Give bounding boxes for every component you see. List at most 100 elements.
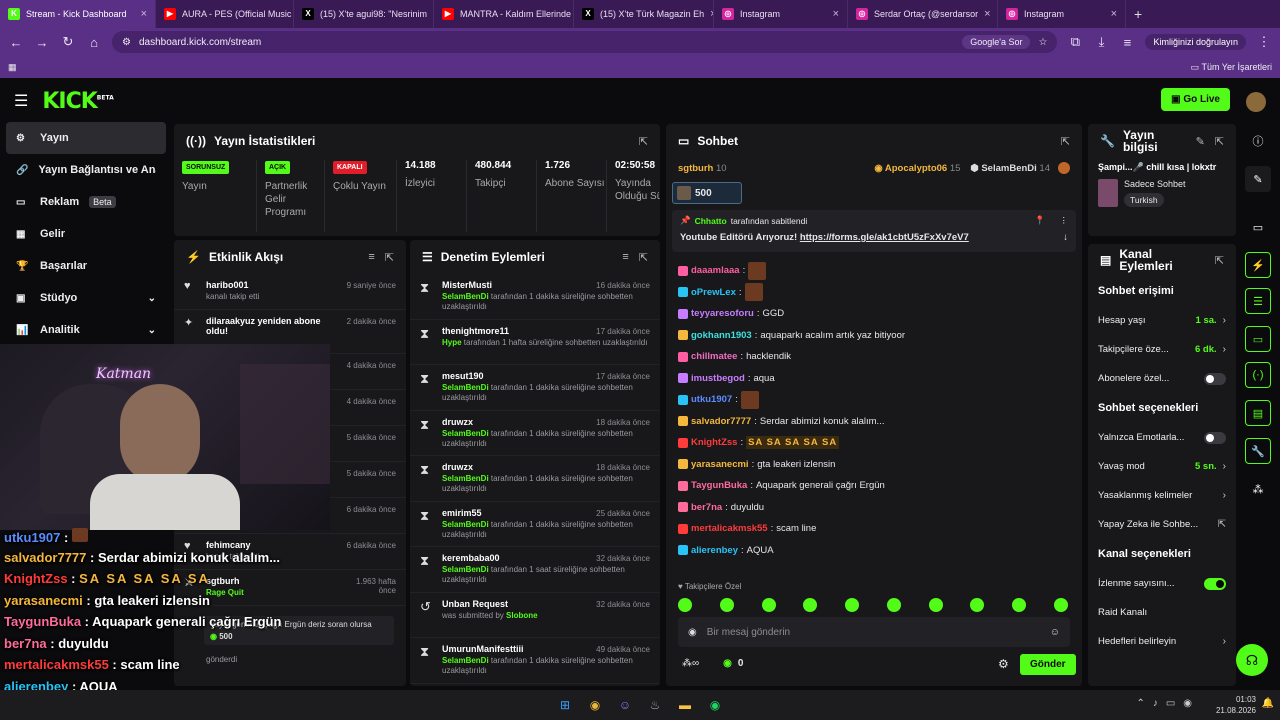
chat-username[interactable]: chillmatee xyxy=(691,351,737,362)
browser-tab[interactable]: X(15) X'te agui98: "Nesrinim× xyxy=(294,0,434,28)
all-bookmarks-folder[interactable]: ▭ Tüm Yer İşaretleri xyxy=(1191,62,1272,73)
sidebar-item[interactable]: 🔗 Yayın Bağlantısı ve Anahtarı xyxy=(0,154,172,186)
sidebar-item[interactable]: ⚙ Yayın xyxy=(6,122,166,154)
forward-icon[interactable]: → xyxy=(34,35,50,50)
edit-rail-icon[interactable]: ✎ xyxy=(1245,166,1271,192)
chat-username[interactable]: yarasanecmi xyxy=(691,459,749,470)
moderation-item[interactable]: ↺ Unban Request was submitted by Slobone 32… xyxy=(410,593,660,638)
account-age-row[interactable]: Hesap yaşı 1 sa. › xyxy=(1088,306,1236,335)
layout-icon[interactable]: ▭ xyxy=(1245,214,1271,240)
moderator-name[interactable]: SelamBenDi xyxy=(442,383,489,392)
goals-row[interactable]: Hedefleri belirleyin › xyxy=(1088,627,1236,656)
followers-only-row[interactable]: Takipçilere öze... 6 dk. › xyxy=(1088,335,1236,364)
chat-message[interactable]: oPrewLex: xyxy=(666,282,1082,304)
sidebar-item[interactable]: 🏆 Başarılar xyxy=(0,250,172,282)
send-button[interactable]: Gönder xyxy=(1020,654,1076,675)
chat-message[interactable]: daaamlaaa: xyxy=(666,260,1082,282)
windows-start-icon[interactable]: ⊞ xyxy=(554,694,576,716)
avatar[interactable] xyxy=(1246,92,1266,112)
chat-message[interactable]: TaygunBuka: Aquapark generali çağrı Ergün xyxy=(666,475,1082,497)
slow-mode-row[interactable]: Yavaş mod 5 sn. › xyxy=(1088,452,1236,481)
home-icon[interactable]: ⌂ xyxy=(86,35,102,50)
chat-message[interactable]: utku1907: xyxy=(666,389,1082,411)
moderation-item[interactable]: ⧗ druwzx SelamBenDi tarafından 1 dakika sü… xyxy=(410,456,660,502)
chat-message[interactable]: mertalicakmsk55: scam line xyxy=(666,518,1082,540)
moderation-item[interactable]: ⧗ emirim55 SelamBenDi tarafından 1 dakika … xyxy=(410,502,660,547)
moderator-name[interactable]: SelamBenDi xyxy=(442,429,489,438)
apps-grid-icon[interactable]: ▦ xyxy=(8,62,17,73)
moderation-item[interactable]: ⧗ thenightmore11 Hype tarafından 1 hafta s… xyxy=(410,320,660,365)
moderator-name[interactable]: SelamBenDi xyxy=(442,474,489,483)
discord-icon[interactable]: ☺ xyxy=(614,694,636,716)
chat-username[interactable]: mertalicakmsk55 xyxy=(691,523,768,534)
browser-tab[interactable]: ▶AURA - PES (Official Music× xyxy=(156,0,294,28)
support-icon[interactable]: ☊ xyxy=(1236,644,1268,676)
browser-tab[interactable]: ▶MANTRA - Kaldım Ellerinde× xyxy=(434,0,574,28)
google-ask-button[interactable]: Google'a Sor xyxy=(962,35,1031,49)
chat-message[interactable]: imustbegod: aqua xyxy=(666,368,1082,390)
chat-message[interactable]: chillmatee: hacklendik xyxy=(666,346,1082,368)
browser-tab[interactable]: ◎ Serdar Ortaç (@serdarsor × xyxy=(848,0,998,28)
quick-emote-icon[interactable] xyxy=(719,598,734,612)
filter-icon[interactable]: ≡ xyxy=(368,251,374,264)
chat-settings-icon[interactable]: ⚙ xyxy=(998,657,1009,671)
quick-emote-icon[interactable] xyxy=(1012,598,1027,612)
browser-menu-icon[interactable]: ⋮ xyxy=(1256,34,1272,50)
pinned-by[interactable]: Chhatto xyxy=(695,216,727,226)
activity-item[interactable]: ♥ haribo001 kanalı takip etti 9 saniye önce xyxy=(174,274,406,310)
quick-emote-icon[interactable] xyxy=(970,598,985,612)
moderation-item[interactable]: ⧗ mesut190 SelamBenDi tarafından 1 dakika … xyxy=(410,365,660,411)
popout-icon[interactable]: ⇱ xyxy=(1061,135,1070,148)
filter-icon[interactable]: ≡ xyxy=(622,251,628,264)
raid-row[interactable]: Raid Kanalı xyxy=(1088,598,1236,627)
popout-icon[interactable]: ⇱ xyxy=(385,251,394,264)
site-info-icon[interactable]: ⚙ xyxy=(122,37,131,48)
chat-username[interactable]: ber7na xyxy=(691,502,722,513)
list-rail-icon[interactable]: ☰ xyxy=(1245,288,1271,314)
moderator-name[interactable]: SelamBenDi xyxy=(442,565,489,574)
popout-icon[interactable]: ⇱ xyxy=(639,135,648,148)
moderation-item[interactable]: ⧗ kerembaba00 SelamBenDi tarafından 1 saat… xyxy=(410,547,660,593)
moderator-name[interactable]: Slobone xyxy=(506,611,538,620)
popout-icon[interactable]: ⇱ xyxy=(1215,254,1224,267)
sidebar-item[interactable]: ▣ Stüdyo ⌄ xyxy=(0,282,172,314)
go-live-button[interactable]: ▣ Go Live xyxy=(1161,88,1230,111)
tab-close-icon[interactable]: × xyxy=(1111,8,1117,20)
chat-message[interactable]: teyyaresoforu: GGD xyxy=(666,303,1082,325)
banned-words-row[interactable]: Yasaklanmış kelimeler › xyxy=(1088,481,1236,510)
unpin-icon[interactable]: 📍 xyxy=(1035,215,1046,226)
extensions-icon[interactable]: ⧉ xyxy=(1067,34,1083,50)
chat-message[interactable]: gokhann1903: aquaparkı acalım artık yaz b… xyxy=(666,325,1082,347)
top-gifter-1[interactable]: sgtburh xyxy=(678,163,713,174)
chat-username[interactable]: TaygunBuka xyxy=(691,480,747,491)
emotes-only-toggle[interactable] xyxy=(1204,431,1226,444)
chat-username[interactable]: salvador7777 xyxy=(691,416,751,427)
quick-emote-icon[interactable] xyxy=(845,598,860,612)
emoji-icon[interactable]: ☺ xyxy=(1050,627,1060,638)
browser-tab[interactable]: X(15) X'te Türk Magazin Eh× xyxy=(574,0,714,28)
url-field[interactable]: ⚙ dashboard.kick.com/stream Google'a Sor… xyxy=(112,31,1058,53)
pinned-link[interactable]: https://forms.gle/ak1cbtU5zFxXv7eV7 xyxy=(800,232,969,243)
top-gifter-3[interactable]: ⬢ SelamBenDi xyxy=(970,163,1036,174)
gift-icon[interactable] xyxy=(1058,162,1070,174)
chat-message[interactable]: salvador7777: Serdar abimizi konuk alalım… xyxy=(666,411,1082,433)
broadcast-rail-icon[interactable]: (·) xyxy=(1245,362,1271,388)
chat-message[interactable]: alierenbey: AQUA xyxy=(666,540,1082,562)
tab-close-icon[interactable]: × xyxy=(833,8,839,20)
language-tag[interactable]: Turkish xyxy=(1124,193,1164,207)
new-tab-icon[interactable]: + xyxy=(1134,6,1142,22)
category-name[interactable]: Sadece Sohbet xyxy=(1124,179,1186,189)
chat-username[interactable]: imustbegod xyxy=(691,373,745,384)
sidebar-item[interactable]: 📊 Analitik ⌄ xyxy=(0,314,172,346)
browser-tab[interactable]: K Stream - Kick Dashboard × xyxy=(0,0,156,28)
chat-username[interactable]: daaamlaaa xyxy=(691,265,740,276)
moderator-name[interactable]: Hype xyxy=(442,338,462,347)
back-icon[interactable]: ← xyxy=(8,35,24,50)
ai-chat-row[interactable]: Yapay Zeka ile Sohbe... ⇱ xyxy=(1088,510,1236,539)
reload-icon[interactable]: ↻ xyxy=(60,34,76,50)
wrench-rail-icon[interactable]: 🔧 xyxy=(1245,438,1271,464)
tab-close-icon[interactable]: × xyxy=(141,8,147,20)
info-icon[interactable]: ⓘ xyxy=(1245,128,1271,154)
kick-logo[interactable]: KICKBETA xyxy=(42,89,113,114)
chat-username[interactable]: gokhann1903 xyxy=(691,330,752,341)
